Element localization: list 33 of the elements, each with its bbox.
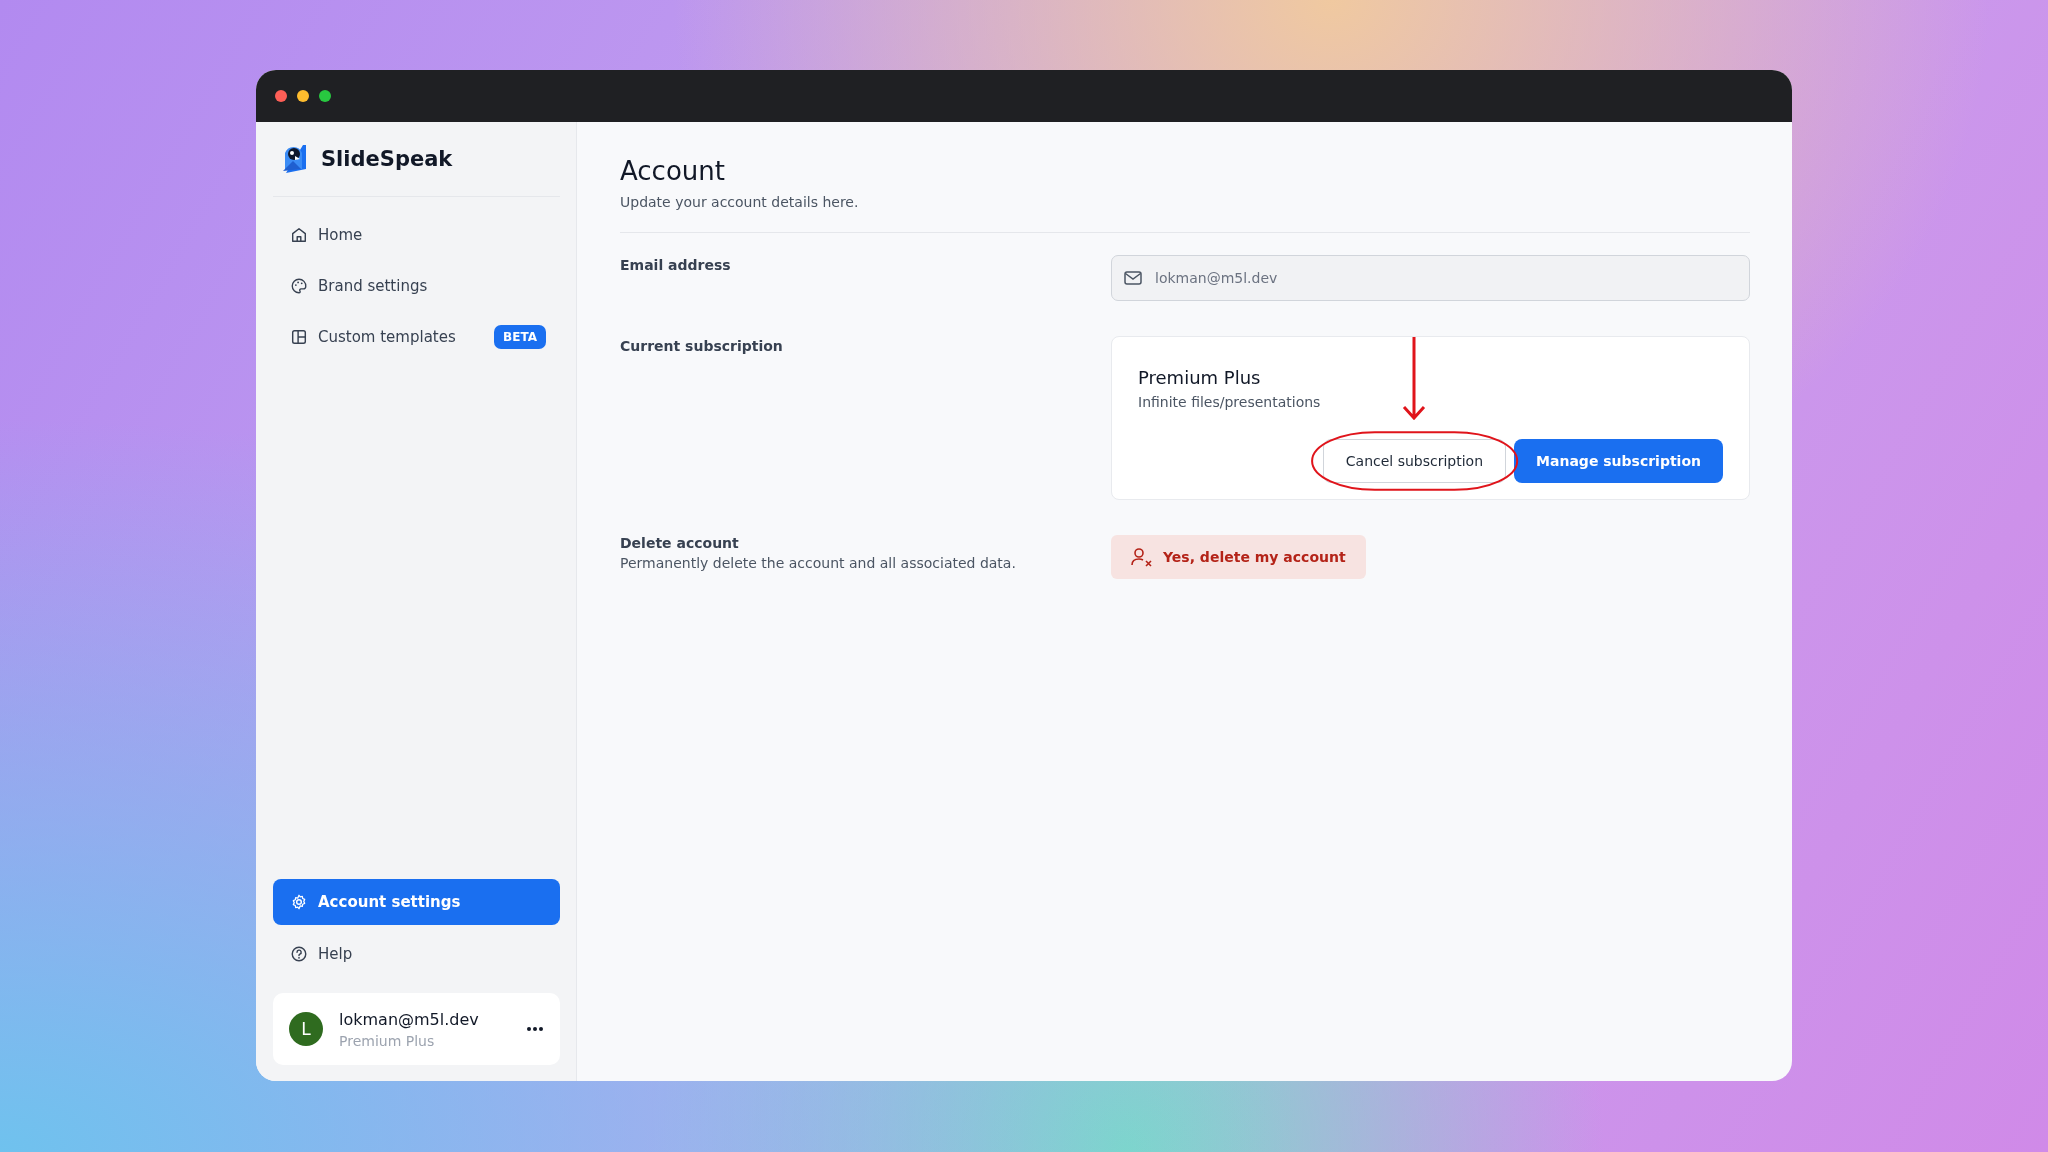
field-label: Delete account	[620, 535, 740, 551]
user-avatar: L	[289, 1012, 323, 1046]
close-window-icon[interactable]	[275, 90, 287, 102]
home-icon	[290, 226, 308, 244]
settings-icon	[290, 893, 308, 911]
cancel-button[interactable]: Cancel subscription	[1322, 439, 1507, 483]
page-subtitle: Update your account details here.	[620, 194, 860, 210]
remove-user-icon	[1131, 547, 1153, 567]
sidebar-item[interactable]: Help	[273, 932, 560, 976]
field-label: Email address	[620, 257, 731, 273]
app-name: SlideSpeak	[321, 147, 453, 171]
page-title: Account	[620, 156, 726, 186]
field-label: Current subscription	[620, 338, 783, 354]
sidebar-item[interactable]: Brand settings	[273, 264, 560, 308]
help-icon	[290, 945, 308, 963]
sidebar-item[interactable]: Home	[273, 213, 560, 257]
more-options-icon[interactable]	[526, 1026, 544, 1032]
parrot-logo-icon	[281, 143, 309, 175]
plan-description: Infinite files/presentations	[1138, 394, 1322, 410]
minimize-window-icon[interactable]	[297, 90, 309, 102]
maximize-window-icon[interactable]	[319, 90, 331, 102]
manage-button[interactable]: Manage subscription	[1514, 439, 1723, 483]
delete-account-button[interactable]: Yes, delete my account	[1111, 535, 1366, 579]
user-plan: Premium Plus	[339, 1032, 436, 1049]
palette-icon	[290, 277, 308, 295]
layout-icon	[290, 328, 308, 346]
sidebar-item[interactable]: Account settings	[273, 879, 560, 925]
field-description: Permanently delete the account and all associated data.	[620, 555, 1017, 571]
sidebar-item[interactable]: Custom templates BETA	[273, 315, 560, 359]
user-email: lokman@m5l.dev	[339, 1009, 480, 1029]
beta-badge: BETA	[494, 325, 546, 349]
plan-name: Premium Plus	[1138, 367, 1262, 388]
email-field[interactable]: lokman@m5l.dev	[1111, 255, 1750, 301]
